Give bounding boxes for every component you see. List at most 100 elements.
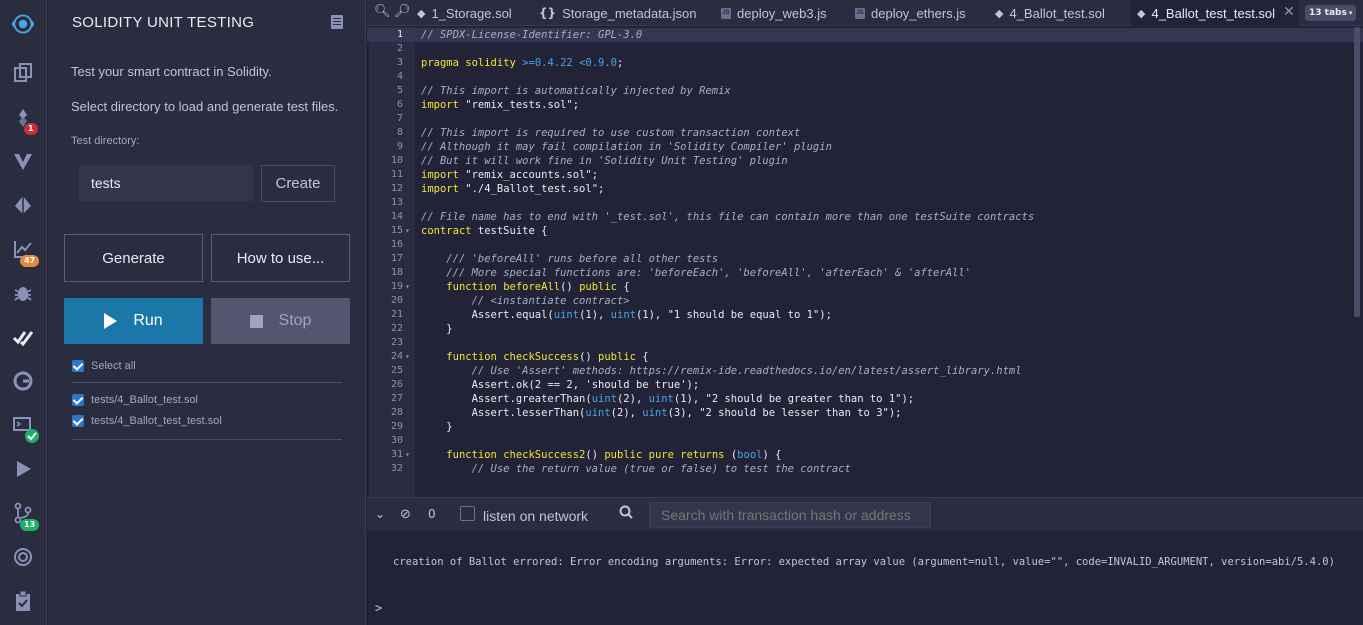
clipboard-icon[interactable] bbox=[8, 586, 38, 616]
panel-title: SOLIDITY UNIT TESTING bbox=[72, 14, 255, 31]
vyper-icon[interactable] bbox=[8, 146, 38, 176]
tab-label: deploy_web3.js bbox=[737, 5, 827, 21]
test-file-label: tests/4_Ballot_test_test.sol bbox=[91, 415, 222, 427]
tab-4-ballot-test[interactable]: ◆ 4_Ballot_test.sol bbox=[995, 0, 1135, 26]
tab-4-ballot-test-test[interactable]: ◆ 4_Ballot_test_test.sol bbox=[1131, 0, 1299, 26]
json-file-icon: {} bbox=[539, 6, 557, 20]
stop-label: Stop bbox=[278, 312, 312, 329]
code-line[interactable]: 16 bbox=[367, 238, 1363, 252]
code-line[interactable]: 1 // SPDX-License-Identifier: GPL-3.0 bbox=[367, 28, 1363, 42]
code-line[interactable]: 3 pragma solidity >=0.4.22 <0.9.0; bbox=[367, 56, 1363, 70]
analysis-badge: 47 bbox=[20, 255, 40, 267]
tab-deploy-ethers[interactable]: JS deploy_ethers.js bbox=[855, 0, 995, 26]
transaction-search-input[interactable] bbox=[649, 502, 931, 528]
play-plugin-icon[interactable] bbox=[8, 454, 38, 484]
code-line[interactable]: 24 ▾ function checkSuccess() public { bbox=[367, 350, 1363, 364]
code-line[interactable]: 2 bbox=[367, 42, 1363, 56]
debugger-bug-icon[interactable] bbox=[8, 278, 38, 308]
code-line[interactable]: 8 // This import is required to use custo… bbox=[367, 126, 1363, 140]
code-line[interactable]: 30 bbox=[367, 434, 1363, 448]
select-help-text: Select directory to load and generate te… bbox=[71, 99, 339, 114]
run-button[interactable]: Run bbox=[64, 298, 203, 344]
line-number: 11 bbox=[390, 169, 403, 180]
line-number: 3 bbox=[396, 57, 403, 68]
tab-1-storage[interactable]: ◆ 1_Storage.sol bbox=[415, 0, 545, 26]
clear-console-icon[interactable]: ⊘ bbox=[400, 507, 411, 522]
zoom-out-icon[interactable]: 🔍︎ bbox=[374, 4, 391, 19]
code-text: import "./4_Ballot_test.sol"; bbox=[421, 183, 605, 195]
test-directory-input[interactable] bbox=[79, 165, 253, 201]
code-line[interactable]: 20 // <instantiate contract> bbox=[367, 294, 1363, 308]
file-explorer-icon[interactable] bbox=[8, 58, 38, 88]
status-check-badge-icon bbox=[25, 429, 39, 443]
code-line[interactable]: 15 ▾ contract testSuite { bbox=[367, 224, 1363, 238]
code-line[interactable]: 6 import "remix_tests.sol"; bbox=[367, 98, 1363, 112]
terminal-output: creation of Ballot errored: Error encodi… bbox=[367, 531, 1363, 625]
unit-testing-check-icon[interactable] bbox=[8, 322, 38, 352]
deploy-run-icon[interactable] bbox=[8, 190, 38, 220]
code-editor[interactable]: 1// SPDX-License-Identifier: GPL-3.0 2 3 pr… bbox=[367, 27, 1363, 497]
code-line[interactable]: 25 // Use 'Assert' methods: https://remi… bbox=[367, 364, 1363, 378]
fold-chevron-icon[interactable]: ▾ bbox=[405, 448, 410, 462]
code-line[interactable]: 31 ▾ function checkSuccess2() public pure… bbox=[367, 448, 1363, 462]
fold-chevron-icon[interactable]: ▾ bbox=[405, 350, 410, 364]
code-line[interactable]: 4 bbox=[367, 70, 1363, 84]
remix-logo-icon[interactable] bbox=[5, 6, 41, 42]
select-all-row[interactable]: Select all bbox=[72, 360, 136, 372]
code-line[interactable]: 17 /// 'beforeAll' runs before all other… bbox=[367, 252, 1363, 266]
test-file-row[interactable]: tests/4_Ballot_test.sol bbox=[72, 394, 198, 406]
code-line[interactable]: 7 bbox=[367, 112, 1363, 126]
test-file-label: tests/4_Ballot_test.sol bbox=[91, 394, 199, 406]
code-line[interactable]: 5 // This import is automatically injecte… bbox=[367, 84, 1363, 98]
test-file-checkbox[interactable] bbox=[72, 394, 84, 406]
line-number: 7 bbox=[396, 113, 403, 124]
fold-chevron-icon[interactable]: ▾ bbox=[405, 280, 410, 294]
target-plugin-icon[interactable] bbox=[8, 542, 38, 572]
tab-deploy-web3[interactable]: JS deploy_web3.js bbox=[721, 0, 851, 26]
code-line[interactable]: 13 bbox=[367, 196, 1363, 210]
code-line[interactable]: 26 Assert.ok(2 == 2, 'should be true'); bbox=[367, 378, 1363, 392]
code-line[interactable]: 12 import "./4_Ballot_test.sol"; bbox=[367, 182, 1363, 196]
zoom-in-icon[interactable]: 🔎︎ bbox=[394, 4, 411, 19]
js-file-icon: JS bbox=[855, 7, 865, 19]
tabs-count-dropdown[interactable]: 13 tabs ▾ bbox=[1305, 5, 1357, 21]
close-tab-icon[interactable]: ✕ bbox=[1283, 4, 1295, 20]
code-line[interactable]: 9 // Although it may fail compilation in … bbox=[367, 140, 1363, 154]
editor-scrollbar[interactable] bbox=[1354, 27, 1360, 317]
how-to-use-button[interactable]: How to use... bbox=[211, 234, 350, 282]
documentation-icon[interactable] bbox=[331, 15, 343, 29]
stop-button[interactable]: Stop bbox=[211, 298, 350, 344]
fold-chevron-icon[interactable]: ▾ bbox=[405, 224, 410, 238]
code-line[interactable]: 21 Assert.equal(uint(1), uint(1), "1 sho… bbox=[367, 308, 1363, 322]
create-button[interactable]: Create bbox=[261, 165, 335, 202]
solidity-file-icon: ◆ bbox=[995, 6, 1004, 20]
line-number: 22 bbox=[390, 323, 403, 334]
collapse-terminal-icon[interactable]: ⌄ bbox=[375, 507, 385, 521]
code-line[interactable]: 32 // Use the return value (true or fals… bbox=[367, 462, 1363, 476]
code-line[interactable]: 19 ▾ function beforeAll() public { bbox=[367, 280, 1363, 294]
test-file-checkbox[interactable] bbox=[72, 415, 84, 427]
code-line[interactable]: 27 Assert.greaterThan(uint(2), uint(1), … bbox=[367, 392, 1363, 406]
play-icon bbox=[104, 313, 118, 329]
code-line[interactable]: 28 Assert.lesserThan(uint(2), uint(3), "… bbox=[367, 406, 1363, 420]
listen-network-checkbox[interactable] bbox=[460, 506, 475, 521]
generate-button[interactable]: Generate bbox=[64, 234, 203, 282]
code-line[interactable]: 22 } bbox=[367, 322, 1363, 336]
terminal-prompt[interactable]: > bbox=[375, 601, 382, 615]
select-all-checkbox[interactable] bbox=[72, 360, 84, 372]
code-line[interactable]: 14 // File name has to end with '_test.so… bbox=[367, 210, 1363, 224]
line-number: 6 bbox=[396, 99, 403, 110]
line-number: 15 bbox=[390, 225, 403, 236]
code-line[interactable]: 10 // But it will work fine in 'Solidity … bbox=[367, 154, 1363, 168]
plugin-g-icon[interactable] bbox=[8, 366, 38, 396]
line-number: 14 bbox=[390, 211, 403, 222]
tab-storage-metadata[interactable]: {} Storage_metadata.json bbox=[539, 0, 709, 26]
code-line[interactable]: 23 bbox=[367, 336, 1363, 350]
tab-label: Storage_metadata.json bbox=[562, 5, 697, 21]
editor-tab-bar: 🔍︎ 🔎︎ ◆ 1_Storage.sol {} Storage_metadat… bbox=[367, 0, 1363, 26]
code-line[interactable]: 29 } bbox=[367, 420, 1363, 434]
code-line[interactable]: 11 import "remix_accounts.sol"; bbox=[367, 168, 1363, 182]
code-line[interactable]: 18 /// More special functions are: 'befo… bbox=[367, 266, 1363, 280]
line-number: 1 bbox=[396, 29, 403, 40]
test-file-row[interactable]: tests/4_Ballot_test_test.sol bbox=[72, 415, 222, 427]
